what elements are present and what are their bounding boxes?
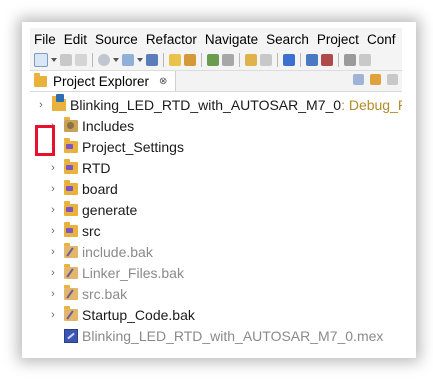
debug-icon[interactable] [122,54,134,66]
tree-item-label: include.bak [82,243,153,260]
tree-item-include-bak[interactable]: › include.bak [48,241,153,262]
includes-icon [64,116,78,132]
excluded-folder-icon [64,305,78,321]
open-folder-icon[interactable] [184,54,196,66]
expand-chevron-icon[interactable]: › [48,246,58,258]
new-icon[interactable] [34,53,48,67]
build-icon[interactable] [98,54,110,66]
tree-item-project-settings[interactable]: › Project_Settings [48,136,184,157]
link-icon[interactable] [344,54,356,66]
menu-project[interactable]: Project [313,32,363,47]
tree-item-includes[interactable]: › Includes [48,115,134,136]
tree-root-project[interactable]: › Blinking_LED_RTD_with_AUTOSAR_M7_0 : D… [36,93,402,115]
misc-icon[interactable] [359,54,371,66]
tree-item-generate[interactable]: › generate [48,199,137,220]
filter-icon[interactable] [387,74,398,85]
highlight-annotation-box [35,125,55,156]
menu-search[interactable]: Search [262,32,313,47]
tree-item-label: Linker_Files.bak [82,264,184,281]
tree-item-src[interactable]: › src [48,220,101,241]
project-icon [52,93,66,111]
back-icon[interactable] [260,54,272,66]
search-icon[interactable] [306,54,318,66]
build-dropdown-icon[interactable] [113,58,119,62]
view-tab-bar: Project Explorer ⊗ [30,71,402,92]
save-all-icon[interactable] [75,54,87,66]
expand-chevron-icon[interactable]: › [48,225,58,237]
tree-item-src-bak[interactable]: › src.bak [48,283,127,304]
menu-navigate[interactable]: Navigate [201,32,262,47]
tree-item-label: Project_Settings [82,138,184,155]
excluded-folder-icon [64,242,78,258]
tree-item-linker-files-bak[interactable]: › Linker_Files.bak [48,262,184,283]
source-folder-icon [64,221,78,237]
open-type-icon[interactable] [169,54,181,66]
toolbar-separator [92,53,93,67]
menu-source[interactable]: Source [91,32,142,47]
expand-chevron-icon[interactable]: › [48,204,58,216]
tree-item-label: src.bak [82,285,128,302]
terminal-icon[interactable] [283,54,295,66]
expand-chevron-icon[interactable]: › [48,183,58,195]
eclipse-window: File Edit Source Refactor Navigate Searc… [30,28,402,350]
toolbar-separator [338,53,339,67]
tree-item-rtd[interactable]: › RTD [48,157,111,178]
main-toolbar [30,50,402,71]
tree-item-label: src [82,222,101,239]
tree-item-startup-code-bak[interactable]: › Startup_Code.bak [48,304,195,325]
mex-file-icon [64,328,78,343]
expand-chevron-icon[interactable]: › [48,267,58,279]
collapse-all-icon[interactable] [353,74,364,85]
toolbar-separator [277,53,278,67]
expand-chevron-icon[interactable]: › [48,309,58,321]
toolbar-separator [300,53,301,67]
tree-item-label: generate [82,201,138,218]
expand-chevron-icon[interactable]: › [48,288,58,300]
menu-refactor[interactable]: Refactor [142,32,201,47]
build-config-label: : Debug_RAM [341,96,402,113]
tree-item-mex-file[interactable]: › Blinking_LED_RTD_with_AUTOSAR_M7_0.mex [48,325,383,346]
source-folder-icon [64,179,78,195]
toolbar-separator [239,53,240,67]
menu-bar: File Edit Source Refactor Navigate Searc… [30,28,402,50]
toolbar-separator [163,53,164,67]
source-folder-icon [64,137,78,153]
tab-project-explorer[interactable]: Project Explorer ⊗ [30,71,177,91]
view-actions [353,74,398,85]
excluded-folder-icon [64,263,78,279]
tree-item-label: board [82,180,118,197]
source-folder-icon [64,158,78,174]
pin-icon[interactable] [245,54,257,66]
expand-chevron-icon[interactable]: › [48,162,58,174]
menu-conf[interactable]: Conf [363,32,400,47]
tree-item-label: Blinking_LED_RTD_with_AUTOSAR_M7_0.mex [82,327,384,344]
close-icon[interactable]: ⊗ [159,76,167,87]
menu-edit[interactable]: Edit [60,32,91,47]
new-dropdown-icon[interactable] [51,58,57,62]
tree-item-label: Startup_Code.bak [82,306,195,323]
source-folder-icon [64,200,78,216]
stop-icon[interactable] [321,54,333,66]
peripherals-icon[interactable] [207,54,219,66]
tree-item-label: Includes [82,117,135,134]
project-name: Blinking_LED_RTD_with_AUTOSAR_M7_0 [70,96,342,113]
save-icon[interactable] [60,54,72,66]
config-icon[interactable] [146,54,158,66]
link-with-editor-icon[interactable] [370,74,381,85]
tab-label: Project Explorer [53,73,150,89]
project-explorer-icon [34,72,47,87]
expand-chevron-icon[interactable]: › [36,99,46,111]
toolbar-separator [201,53,202,67]
tree-item-label: RTD [82,159,111,176]
document-icon[interactable] [222,54,234,66]
debug-dropdown-icon[interactable] [137,58,143,62]
menu-file[interactable]: File [30,32,60,47]
tree-item-board[interactable]: › board [48,178,118,199]
excluded-folder-icon [64,284,78,300]
